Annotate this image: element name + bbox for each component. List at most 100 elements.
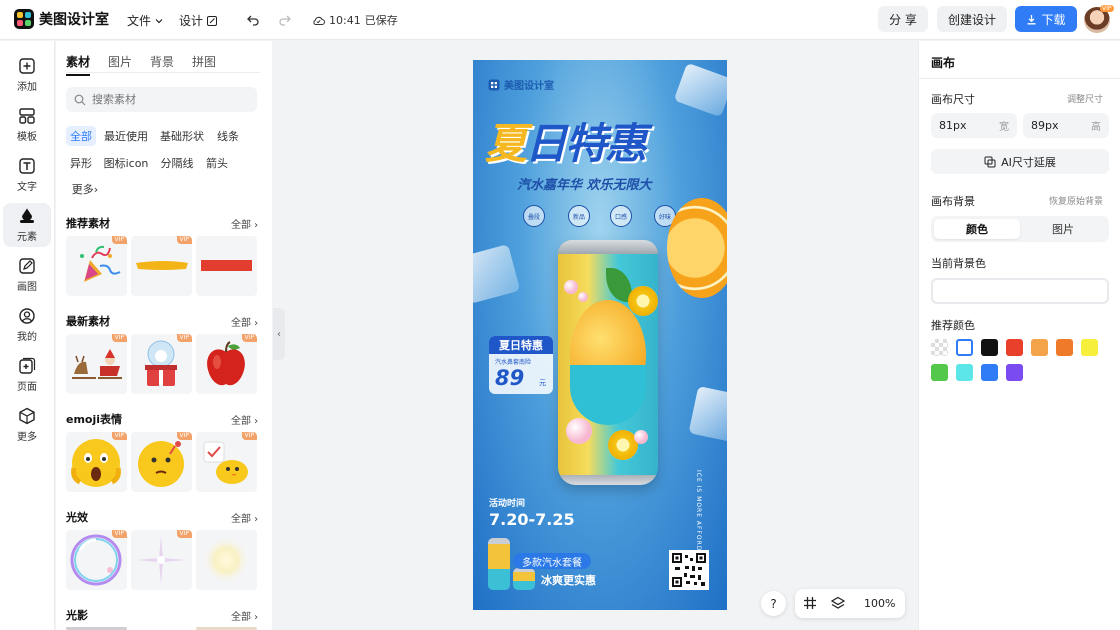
- section-all-latest[interactable]: 全部 ›: [231, 314, 258, 329]
- sleigh-icon: [72, 349, 122, 379]
- section-title-light-effects: 光效: [66, 511, 88, 524]
- grid-button[interactable]: [803, 596, 817, 613]
- brand-logo-icon: [488, 79, 500, 90]
- vip-badge: VIP: [241, 334, 257, 342]
- chip-more[interactable]: 更多 ›: [66, 179, 104, 199]
- swatch-black[interactable]: [981, 339, 998, 356]
- swatch-orange[interactable]: [1056, 339, 1073, 356]
- material-thumb-emoji-shocked[interactable]: VIP: [66, 432, 127, 492]
- material-thumb-sleigh[interactable]: VIP: [66, 334, 127, 394]
- zoom-level[interactable]: 100%: [864, 597, 895, 610]
- material-thumb-emoji-chick[interactable]: VIP: [196, 432, 257, 492]
- download-button[interactable]: 下载: [1015, 6, 1077, 32]
- rail-label: 模板: [17, 132, 37, 143]
- glow-icon: [202, 536, 250, 584]
- chick-emoji-icon: [203, 441, 248, 484]
- rail-item-element[interactable]: 元素: [3, 203, 51, 247]
- rail-item-add[interactable]: 添加: [3, 53, 51, 97]
- rail-item-more[interactable]: 更多: [3, 403, 51, 447]
- share-button[interactable]: 分 享: [878, 6, 928, 32]
- chip-dividers[interactable]: 分隔线: [157, 153, 197, 173]
- help-button[interactable]: ?: [761, 591, 786, 616]
- material-thumb-bubble[interactable]: VIP: [66, 530, 127, 590]
- poster-canvas[interactable]: 美图设计室 夏日特惠 汽水嘉年华 欢乐无限大 叠段 新品 口感 好味 夏日特惠 …: [473, 60, 727, 610]
- chip-lines[interactable]: 线条: [213, 126, 243, 146]
- section-title-recommended: 推荐素材: [66, 217, 110, 230]
- restore-bg-link[interactable]: 恢复原始背景: [1049, 194, 1103, 207]
- design-menu[interactable]: 设计: [179, 12, 218, 29]
- swatch-transparent[interactable]: [931, 339, 948, 356]
- chevron-left-icon: ‹: [277, 328, 281, 340]
- app-name: 美图设计室: [39, 12, 109, 28]
- swatch-light-orange[interactable]: [1031, 339, 1048, 356]
- poster-title: 夏日特惠: [485, 110, 647, 171]
- ai-size-extend-button[interactable]: AI尺寸延展: [931, 149, 1109, 174]
- seg-color[interactable]: 颜色: [934, 219, 1020, 239]
- search-input[interactable]: [92, 93, 242, 106]
- price-tag-title: 夏日特惠: [489, 336, 553, 354]
- chip-recent[interactable]: 最近使用: [101, 126, 151, 146]
- section-all-light-shadow[interactable]: 全部 ›: [231, 608, 258, 623]
- create-design-label: 创建设计: [947, 12, 996, 27]
- search-box[interactable]: [66, 87, 257, 112]
- chip-all[interactable]: 全部: [66, 126, 96, 146]
- adjust-size-link[interactable]: 调整尺寸: [1067, 92, 1103, 105]
- swatch-purple[interactable]: [1006, 364, 1023, 381]
- swatch-yellow[interactable]: [1081, 339, 1098, 356]
- section-all-emoji[interactable]: 全部 ›: [231, 412, 258, 427]
- chip-icons[interactable]: 图标icon: [101, 153, 151, 173]
- swatch-green[interactable]: [931, 364, 948, 381]
- chevron-down-icon: [155, 18, 163, 23]
- file-menu[interactable]: 文件: [127, 12, 164, 29]
- swatch-cyan[interactable]: [956, 364, 973, 381]
- event-time-label: 活动时间: [489, 499, 526, 509]
- material-thumb-confetti[interactable]: VIP: [66, 236, 127, 296]
- current-color-swatch[interactable]: [931, 278, 1109, 304]
- material-thumb-glow[interactable]: [196, 530, 257, 590]
- seg-image[interactable]: 图片: [1020, 219, 1106, 239]
- collapse-panel-button[interactable]: ‹: [273, 308, 285, 360]
- material-thumb-apple[interactable]: VIP: [196, 334, 257, 394]
- chip-irregular[interactable]: 异形: [66, 153, 96, 173]
- rail-label: 更多: [17, 432, 37, 443]
- chip-arrows[interactable]: 箭头: [202, 153, 232, 173]
- undo-button[interactable]: [243, 10, 263, 30]
- redo-button[interactable]: [275, 10, 295, 30]
- app-logo[interactable]: 美图设计室: [14, 9, 109, 29]
- combo-pill: 多款汽水套餐: [513, 553, 591, 569]
- material-thumb-sparkle[interactable]: VIP: [131, 530, 192, 590]
- mini-can: [513, 568, 535, 590]
- vip-badge: VIP: [176, 432, 192, 440]
- section-all-recommended[interactable]: 全部 ›: [231, 216, 258, 231]
- swatch-white[interactable]: [956, 339, 973, 356]
- create-design-button[interactable]: 创建设计: [937, 6, 1007, 32]
- material-thumb-emoji-thinking[interactable]: VIP: [131, 432, 192, 492]
- material-thumb-brush-stroke[interactable]: VIP: [131, 236, 192, 296]
- rail-item-page[interactable]: 页面: [3, 353, 51, 397]
- save-time: 10:41: [329, 13, 361, 27]
- chip-basic-shapes[interactable]: 基础形状: [157, 126, 207, 146]
- width-field[interactable]: 81px 宽: [931, 113, 1017, 138]
- rail-item-text[interactable]: 文字: [3, 153, 51, 197]
- chip-more-label: 更多: [71, 183, 94, 196]
- search-icon: [74, 94, 86, 105]
- poster-subtitle: 汽水嘉年华 欢乐无限大: [517, 178, 652, 193]
- material-thumb-red-bar[interactable]: [196, 236, 257, 296]
- width-unit: 宽: [999, 122, 1009, 133]
- section-all-light-effects[interactable]: 全部 ›: [231, 510, 258, 525]
- layers-button[interactable]: [830, 596, 846, 613]
- bubble: [634, 430, 648, 444]
- can-bottom: [558, 475, 658, 485]
- height-field[interactable]: 89px 高: [1023, 113, 1109, 138]
- swatch-blue[interactable]: [981, 364, 998, 381]
- can-top: [558, 240, 658, 254]
- panel-title: 画布: [931, 56, 956, 70]
- download-icon: [1027, 14, 1036, 24]
- rail-item-template[interactable]: 模板: [3, 103, 51, 147]
- material-thumb-snow-globe[interactable]: VIP: [131, 334, 192, 394]
- rail-item-mine[interactable]: 我的: [3, 303, 51, 347]
- cube-icon: [19, 407, 35, 425]
- rail-item-draw[interactable]: 画图: [3, 253, 51, 297]
- vip-badge: VIP: [1100, 5, 1114, 12]
- swatch-red[interactable]: [1006, 339, 1023, 356]
